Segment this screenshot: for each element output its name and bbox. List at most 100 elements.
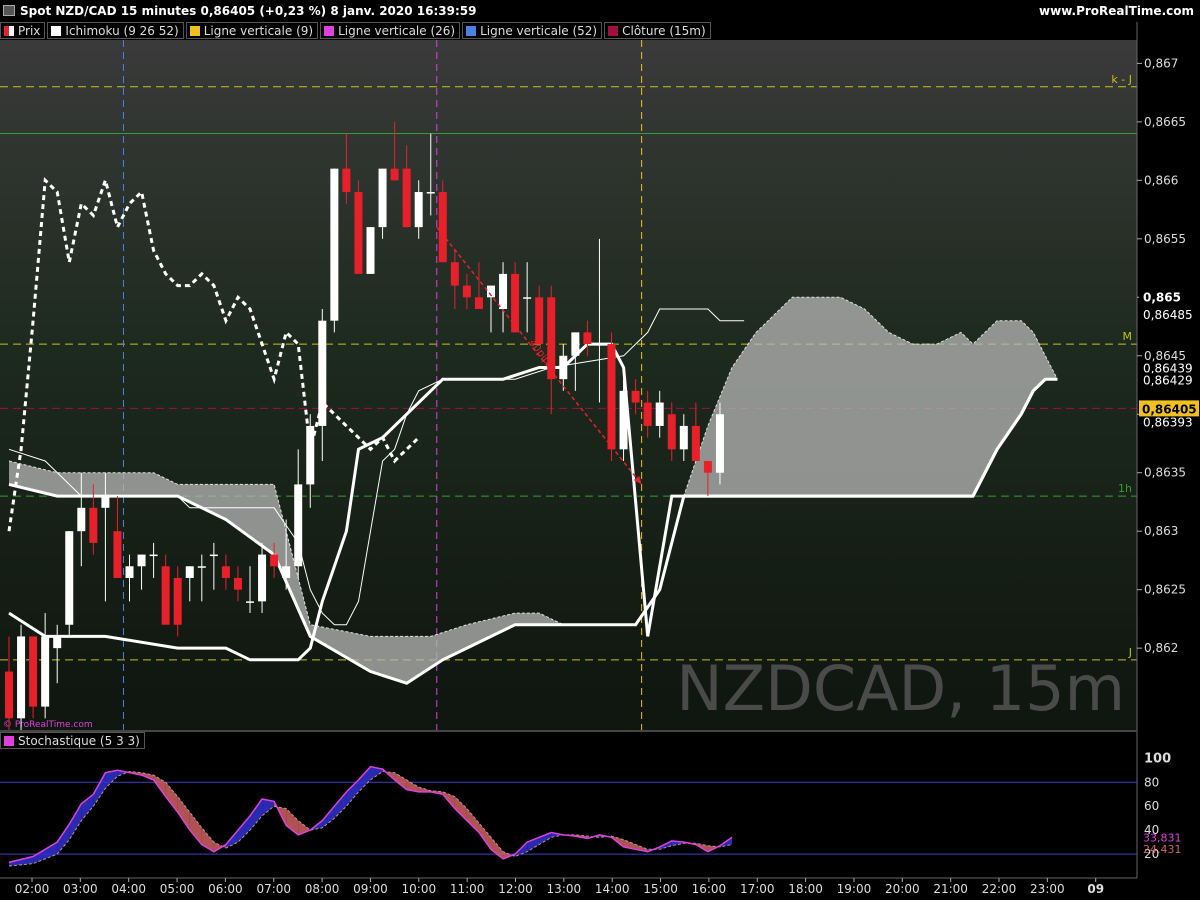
- panel-separator: [0, 730, 1137, 732]
- stoch-fill: [358, 766, 371, 792]
- stoch-fill: [93, 772, 106, 807]
- y-tick-label: 0,8625: [1144, 583, 1186, 597]
- y-tick-label: 0,8665: [1144, 115, 1186, 129]
- y-tick-label: 0,862: [1144, 641, 1178, 655]
- candle-body: [330, 168, 339, 321]
- candle: [715, 402, 724, 485]
- candle-body: [233, 577, 242, 590]
- candle-body: [17, 636, 26, 719]
- candle-body: [77, 507, 86, 532]
- x-tick-label: 05:00: [160, 882, 195, 896]
- candle-body: [571, 332, 580, 356]
- stoch-y-label: 100: [1144, 751, 1171, 766]
- x-tick-label: 02:00: [15, 882, 50, 896]
- candle-body: [426, 192, 435, 194]
- candle: [17, 624, 26, 730]
- x-tick-label: 07:00: [256, 882, 291, 896]
- y-tick-label: 0,866: [1144, 173, 1178, 187]
- candle-body: [209, 554, 218, 557]
- candle-body: [270, 554, 279, 567]
- y-tick-label: 0,8655: [1144, 232, 1186, 246]
- candle-body: [113, 531, 122, 578]
- stoch-fill: [454, 796, 467, 821]
- candle-body: [643, 402, 652, 426]
- candle-body: [342, 168, 351, 193]
- candle-body: [631, 390, 640, 403]
- candle-body: [402, 168, 411, 228]
- stoch-fill: [346, 779, 359, 807]
- candle: [330, 168, 339, 333]
- candle-body: [679, 425, 688, 450]
- candle-body: [306, 425, 315, 485]
- x-tick-label: 16:00: [692, 882, 727, 896]
- level-label: J: [1128, 646, 1132, 659]
- stoch-d-value: 24,431: [1143, 843, 1182, 856]
- candle-body: [511, 273, 520, 333]
- candle-body: [101, 496, 110, 508]
- candle-body: [667, 414, 676, 450]
- y-tick-label: 0,867: [1144, 56, 1178, 70]
- x-tick-label: 08:00: [305, 882, 340, 896]
- stoch-y-label: 60: [1144, 799, 1159, 813]
- candle: [607, 332, 616, 462]
- stoch-fill: [177, 796, 190, 831]
- candle-body: [414, 192, 423, 228]
- candle-body: [246, 601, 254, 603]
- candle-body: [185, 566, 194, 578]
- candle-body: [221, 566, 230, 578]
- x-tick-label: 11:00: [450, 882, 485, 896]
- candle-body: [583, 332, 592, 345]
- x-tick-label: 18:00: [788, 882, 823, 896]
- candle-body: [450, 262, 459, 286]
- x-tick-label: 12:00: [498, 882, 533, 896]
- candle-body: [282, 566, 291, 578]
- stoch-fill: [33, 842, 58, 864]
- candle: [619, 379, 628, 462]
- chart-canvas[interactable]: NZDCAD, 15m© ProRealTime.comk - JM1hJ40p…: [0, 0, 1200, 900]
- candle-body: [258, 554, 267, 602]
- stoch-fill: [250, 799, 263, 831]
- candle: [65, 531, 74, 637]
- candle-body: [53, 636, 62, 649]
- candle-body: [390, 168, 399, 181]
- watermark: NZDCAD, 15m: [676, 652, 1125, 725]
- candle: [29, 636, 38, 719]
- candle-body: [29, 636, 38, 707]
- x-tick-label: 15:00: [643, 882, 678, 896]
- stoch-k-line: [8, 765, 733, 864]
- x-tick-label: 13:00: [547, 882, 582, 896]
- price-label: 0,865: [1143, 290, 1181, 304]
- y-tick-label: 0,863: [1144, 524, 1178, 538]
- stoch-fill: [165, 782, 178, 813]
- candle-body: [474, 297, 483, 309]
- candle-body: [318, 320, 327, 426]
- candle-body: [65, 531, 74, 625]
- x-tick-label: 04:00: [111, 882, 146, 896]
- candle-body: [619, 390, 628, 450]
- x-tick-label: 22:00: [982, 882, 1017, 896]
- x-tick-label: 20:00: [885, 882, 920, 896]
- candle-body: [703, 461, 712, 473]
- price-label: 0,86429: [1143, 373, 1193, 387]
- x-tick-label: 06:00: [208, 882, 243, 896]
- level-label: k - J: [1111, 73, 1132, 86]
- current-price-label: 0,86405: [1142, 402, 1197, 416]
- stoch-y-label: 80: [1144, 775, 1159, 789]
- candle-body: [715, 414, 724, 473]
- candle-body: [41, 636, 50, 707]
- candle-body: [655, 402, 664, 426]
- candle-body: [438, 192, 447, 263]
- y-tick-label: 0,8635: [1144, 466, 1186, 480]
- candle-body: [149, 554, 158, 557]
- candle: [354, 180, 363, 274]
- x-tick-label: 23:00: [1030, 882, 1065, 896]
- candle-body: [5, 671, 13, 719]
- candle-body: [89, 507, 98, 543]
- candle-body: [137, 554, 146, 567]
- candle-body: [691, 425, 700, 462]
- x-tick-label: 03:00: [63, 882, 98, 896]
- candle-body: [366, 227, 375, 274]
- stoch-fill: [491, 837, 504, 859]
- candle-body: [559, 355, 568, 380]
- candle: [366, 227, 375, 274]
